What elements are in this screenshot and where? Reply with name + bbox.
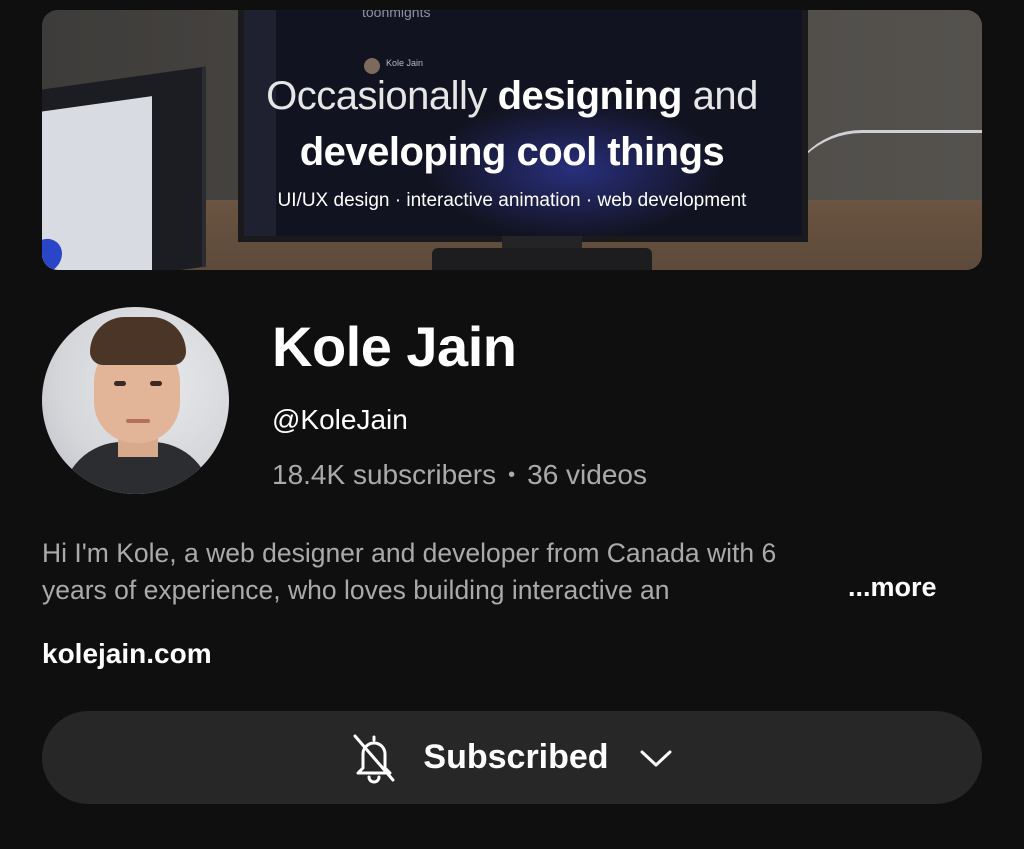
banner-screen-top-text: toonmights: [362, 10, 431, 20]
banner-mini-name: Kole Jain: [386, 58, 424, 68]
description-fade: [790, 572, 850, 612]
bell-slash-icon: [353, 734, 395, 783]
avatar-eye-left: [114, 381, 126, 386]
channel-stats: 18.4K subscribers • 36 videos: [272, 459, 647, 491]
banner-monitor-base: [432, 248, 652, 270]
avatar-eye-right: [150, 381, 162, 386]
subscribed-label: Subscribed: [423, 738, 609, 776]
subscriber-count: 18.4K subscribers: [272, 459, 497, 490]
video-count: 36 videos: [527, 459, 647, 490]
banner-mini-avatar: [364, 58, 380, 74]
channel-handle: @KoleJain: [272, 404, 408, 435]
description-more-button[interactable]: ...more: [848, 572, 937, 603]
banner-headline-word3: and: [692, 74, 759, 118]
channel-page: toonmights Kole Jain Occasionally design…: [0, 0, 1024, 849]
banner-headline-word1: Occasionally: [266, 74, 487, 118]
channel-name: Kole Jain: [272, 315, 517, 378]
channel-banner[interactable]: toonmights Kole Jain Occasionally design…: [42, 10, 982, 270]
banner-headline-word2: designing: [497, 74, 683, 118]
channel-link[interactable]: kolejain.com: [42, 638, 212, 670]
chevron-down-icon: [640, 750, 672, 766]
avatar-mouth: [126, 419, 150, 423]
banner-subtitle: UI/UX design · interactive animation · w…: [277, 190, 747, 211]
banner-headline-line2: developing cool things: [299, 130, 725, 174]
subscribed-button[interactable]: Subscribed: [42, 711, 982, 804]
banner-headline-line1: Occasionally designing and: [42, 74, 982, 119]
description-line-1: Hi I'm Kole, a web designer and develope…: [42, 538, 777, 568]
avatar-hair: [90, 317, 186, 365]
channel-avatar[interactable]: [42, 307, 229, 494]
stats-separator: •: [508, 464, 516, 486]
